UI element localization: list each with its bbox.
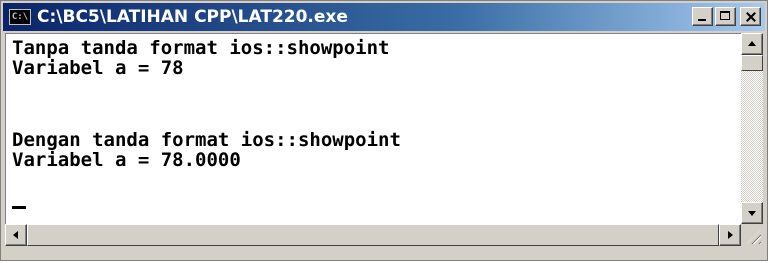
- arrow-right-icon: [728, 231, 733, 239]
- vertical-scrollbar[interactable]: [741, 33, 763, 224]
- title-bar[interactable]: C:\ C:\BC5\LATIHAN CPP\LAT220.exe: [3, 3, 765, 31]
- scroll-down-button[interactable]: [741, 202, 763, 224]
- resize-grip-icon[interactable]: [741, 224, 763, 246]
- arrow-left-icon: [13, 231, 18, 239]
- maximize-button[interactable]: [715, 7, 736, 26]
- window-title: C:\BC5\LATIHAN CPP\LAT220.exe: [37, 7, 348, 27]
- minimize-button[interactable]: [692, 7, 713, 26]
- scroll-up-button[interactable]: [741, 33, 763, 55]
- horizontal-scroll-thumb[interactable]: [27, 224, 719, 246]
- console-icon[interactable]: C:\: [9, 9, 31, 25]
- console-window: C:\ C:\BC5\LATIHAN CPP\LAT220.exe Tanpa …: [0, 0, 768, 261]
- arrow-up-icon: [748, 41, 756, 46]
- console-output[interactable]: Tanpa tanda format ios::showpoint Variab…: [5, 33, 741, 224]
- console-line: Tanpa tanda format ios::showpoint: [12, 37, 390, 59]
- close-button[interactable]: [740, 7, 761, 26]
- arrow-down-icon: [748, 211, 756, 216]
- horizontal-scrollbar[interactable]: [5, 224, 741, 246]
- console-line: Variabel a = 78.0000: [12, 149, 241, 171]
- console-line: Variabel a = 78: [12, 57, 184, 79]
- vertical-scroll-thumb[interactable]: [741, 55, 763, 71]
- scroll-right-button[interactable]: [719, 224, 741, 246]
- console-line: Dengan tanda format ios::showpoint: [12, 129, 401, 151]
- scroll-left-button[interactable]: [5, 224, 27, 246]
- text-cursor: [12, 206, 26, 209]
- window-controls: [690, 7, 761, 26]
